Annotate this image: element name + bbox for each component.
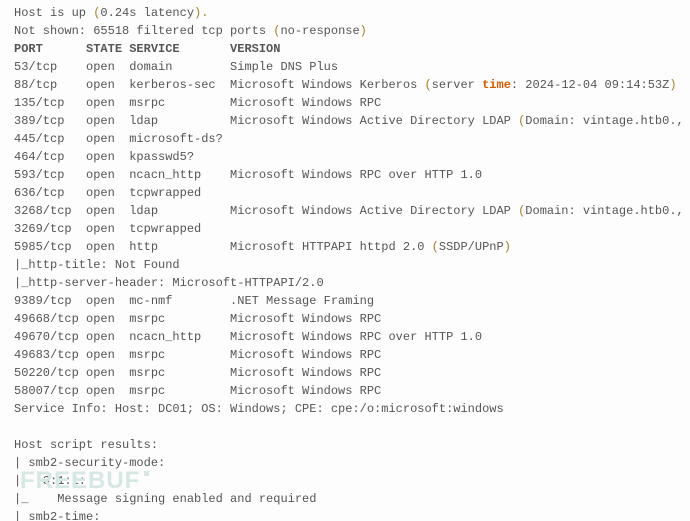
port-row: 3269/tcp open tcpwrapped xyxy=(14,220,676,238)
blank-line xyxy=(14,418,676,436)
port-row: 49683/tcp open msrpc Microsoft Windows R… xyxy=(14,346,676,364)
port-row: 135/tcp open msrpc Microsoft Windows RPC xyxy=(14,94,676,112)
port-row: 88/tcp open kerberos-sec Microsoft Windo… xyxy=(14,76,676,94)
paren-rest: : 2024-12-04 09:14:53Z xyxy=(511,78,669,92)
port-row: 464/tcp open kpasswd5? xyxy=(14,148,676,166)
time-highlight: time xyxy=(482,78,511,92)
port-row: 53/tcp open domain Simple DNS Plus xyxy=(14,58,676,76)
port-row: 636/tcp open tcpwrapped xyxy=(14,184,676,202)
terminal-output: Host is up (0.24s latency). Not shown: 6… xyxy=(0,0,690,521)
paren-val: SSDP/UPnP xyxy=(439,240,504,254)
port-row: 9389/tcp open mc-nmf .NET Message Framin… xyxy=(14,292,676,310)
http-server-line: |_http-server-header: Microsoft-HTTPAPI/… xyxy=(14,274,676,292)
close-paren: ) xyxy=(504,240,511,254)
port-row: 50220/tcp open msrpc Microsoft Windows R… xyxy=(14,364,676,382)
close-paren: ) xyxy=(669,78,676,92)
not-shown-val: no-response xyxy=(280,24,359,38)
host-script-title: Host script results: xyxy=(14,436,676,454)
service-info-line: Service Info: Host: DC01; OS: Windows; C… xyxy=(14,400,676,418)
port-row: 593/tcp open ncacn_http Microsoft Window… xyxy=(14,166,676,184)
header-row: PORT STATE SERVICE VERSION xyxy=(14,40,676,58)
smb-version-line: | 3:1:1: xyxy=(14,472,676,490)
http-title-line: |_http-title: Not Found xyxy=(14,256,676,274)
smb-security-line: | smb2-security-mode: xyxy=(14,454,676,472)
dot: . xyxy=(201,6,208,20)
open-paren: ( xyxy=(432,240,439,254)
port-row: 3268/tcp open ldap Microsoft Windows Act… xyxy=(14,202,676,220)
paren-val: Domain: vintage.htb0., Site: Default- xyxy=(525,204,690,218)
smb-message-line: |_ Message signing enabled and required xyxy=(14,490,676,508)
not-shown-line: Not shown: 65518 filtered tcp ports (no-… xyxy=(14,22,676,40)
port-row: 5985/tcp open http Microsoft HTTPAPI htt… xyxy=(14,238,676,256)
host-up-prefix: Host is up xyxy=(14,6,93,20)
port-row: 49668/tcp open msrpc Microsoft Windows R… xyxy=(14,310,676,328)
port-row: 389/tcp open ldap Microsoft Windows Acti… xyxy=(14,112,676,130)
port-left: 88/tcp open kerberos-sec Microsoft Windo… xyxy=(14,78,424,92)
port-row: 445/tcp open microsoft-ds? xyxy=(14,130,676,148)
paren-pre: server xyxy=(432,78,482,92)
port-left: 3268/tcp open ldap Microsoft Windows Act… xyxy=(14,204,518,218)
open-paren: ( xyxy=(424,78,431,92)
port-row: 58007/tcp open msrpc Microsoft Windows R… xyxy=(14,382,676,400)
port-left: 5985/tcp open http Microsoft HTTPAPI htt… xyxy=(14,240,432,254)
close-paren: ) xyxy=(360,24,367,38)
latency-value: 0.24s latency xyxy=(100,6,194,20)
port-left: 389/tcp open ldap Microsoft Windows Acti… xyxy=(14,114,518,128)
port-row: 49670/tcp open ncacn_http Microsoft Wind… xyxy=(14,328,676,346)
host-up-line: Host is up (0.24s latency). xyxy=(14,4,676,22)
not-shown-prefix: Not shown: 65518 filtered tcp ports xyxy=(14,24,273,38)
paren-val: Domain: vintage.htb0., Site: Default- xyxy=(525,114,690,128)
smb-time-line: | smb2-time: xyxy=(14,508,676,521)
